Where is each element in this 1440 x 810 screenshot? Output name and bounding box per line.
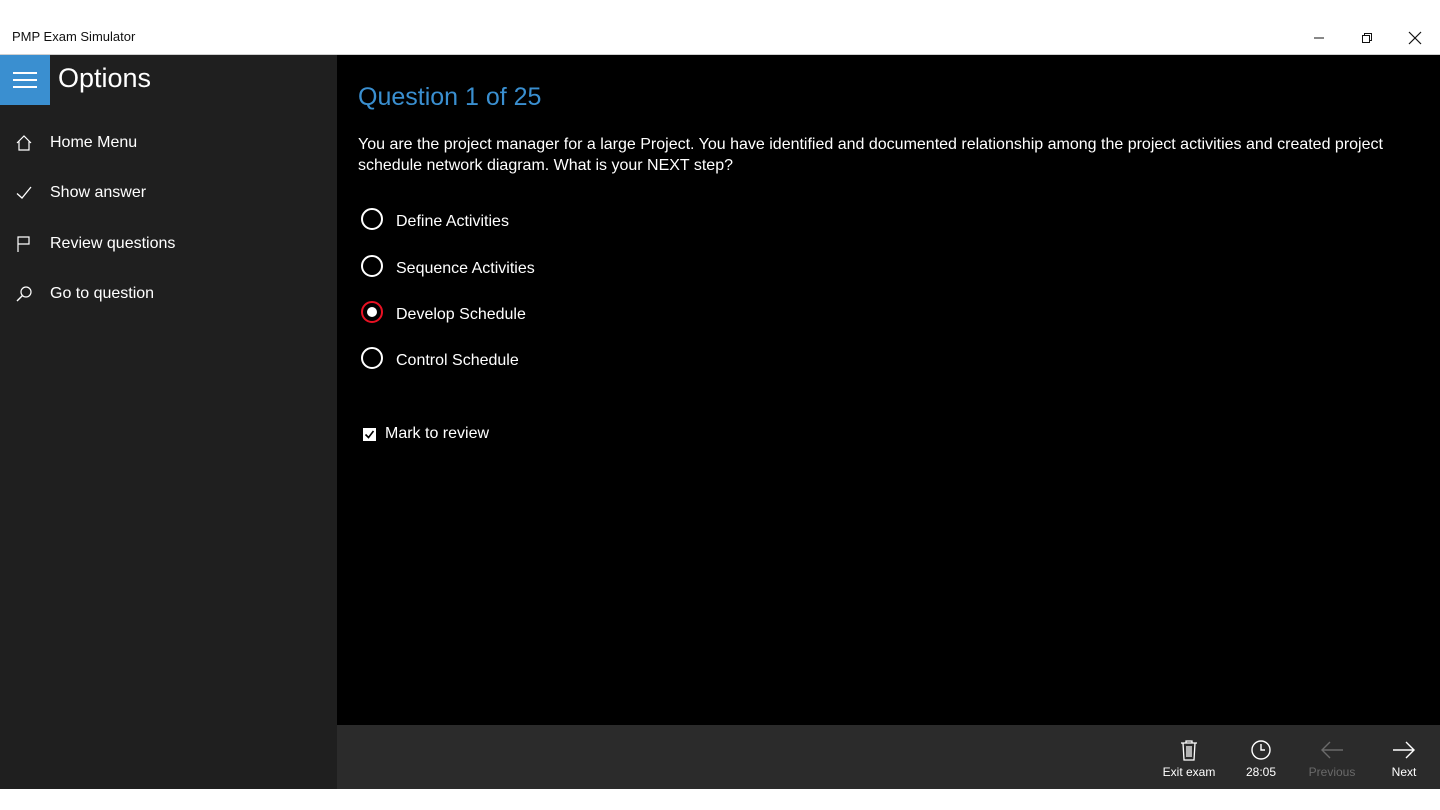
search-icon bbox=[0, 272, 50, 316]
exit-exam-button[interactable]: Exit exam bbox=[1155, 725, 1223, 789]
sidebar-item-go-to-question[interactable]: Go to question bbox=[0, 272, 337, 316]
sidebar-item-review-questions[interactable]: Review questions bbox=[0, 222, 337, 266]
exit-exam-label: Exit exam bbox=[1162, 765, 1216, 779]
sidebar-item-label: Home Menu bbox=[50, 134, 138, 151]
checkmark-icon bbox=[364, 430, 375, 439]
options-pane: Options Home Menu Show answer Review que… bbox=[0, 55, 337, 789]
answer-option-define-activities[interactable]: Define Activities bbox=[361, 203, 509, 235]
next-label: Next bbox=[1391, 765, 1417, 779]
checkbox-checked[interactable] bbox=[363, 427, 376, 441]
sidebar-item-label: Review questions bbox=[50, 235, 176, 252]
title-bar: PMP Exam Simulator bbox=[0, 0, 1440, 55]
radio-button[interactable] bbox=[361, 255, 383, 277]
answer-option-label: Sequence Activities bbox=[396, 260, 535, 277]
previous-button[interactable]: Previous bbox=[1298, 725, 1366, 789]
radio-button[interactable] bbox=[361, 347, 383, 369]
arrow-left-icon bbox=[1320, 739, 1344, 761]
sidebar-item-label: Show answer bbox=[50, 184, 147, 201]
trash-icon bbox=[1179, 739, 1199, 761]
restore-icon bbox=[1362, 33, 1372, 43]
arrow-right-icon bbox=[1392, 739, 1416, 761]
radio-dot bbox=[367, 307, 377, 317]
answer-option-label: Define Activities bbox=[396, 213, 509, 230]
window-title: PMP Exam Simulator bbox=[12, 29, 136, 44]
flag-icon bbox=[0, 222, 50, 266]
radio-button-selected[interactable] bbox=[361, 301, 383, 323]
restore-button[interactable] bbox=[1344, 22, 1390, 54]
answer-option-develop-schedule[interactable]: Develop Schedule bbox=[361, 296, 526, 328]
question-text: You are the project manager for a large … bbox=[358, 136, 1383, 174]
mark-to-review-label: Mark to review bbox=[385, 425, 490, 442]
sidebar-item-home-menu[interactable]: Home Menu bbox=[0, 121, 337, 165]
minimize-button[interactable] bbox=[1296, 22, 1342, 54]
timer-display: 28:05 bbox=[1227, 725, 1295, 789]
sidebar-item-show-answer[interactable]: Show answer bbox=[0, 171, 337, 215]
pane-title: Options bbox=[58, 63, 152, 93]
next-button[interactable]: Next bbox=[1370, 725, 1438, 789]
answer-option-label: Develop Schedule bbox=[396, 306, 526, 323]
home-icon bbox=[0, 121, 50, 165]
hamburger-icon-bar bbox=[13, 79, 37, 81]
checkmark-icon bbox=[0, 171, 50, 215]
close-icon bbox=[1408, 31, 1422, 45]
previous-label: Previous bbox=[1308, 765, 1356, 779]
hamburger-icon-bar bbox=[13, 86, 37, 88]
window-bottom-edge bbox=[0, 789, 1440, 810]
clock-icon bbox=[1250, 739, 1272, 761]
answer-option-sequence-activities[interactable]: Sequence Activities bbox=[361, 250, 535, 282]
command-bar: Exit exam 28:05 Previous Next bbox=[337, 725, 1440, 789]
question-panel: Question 1 of 25 You are the project man… bbox=[337, 55, 1440, 725]
hamburger-button[interactable] bbox=[0, 55, 50, 105]
answer-option-label: Control Schedule bbox=[396, 352, 519, 369]
timer-label: 28:05 bbox=[1245, 765, 1277, 779]
mark-to-review-checkbox[interactable]: Mark to review bbox=[363, 425, 489, 443]
minimize-icon bbox=[1314, 37, 1324, 39]
question-title: Question 1 of 25 bbox=[358, 83, 542, 111]
hamburger-icon bbox=[13, 72, 37, 74]
radio-button[interactable] bbox=[361, 208, 383, 230]
close-button[interactable] bbox=[1392, 22, 1438, 54]
answer-option-control-schedule[interactable]: Control Schedule bbox=[361, 342, 519, 374]
sidebar-item-label: Go to question bbox=[50, 285, 155, 302]
